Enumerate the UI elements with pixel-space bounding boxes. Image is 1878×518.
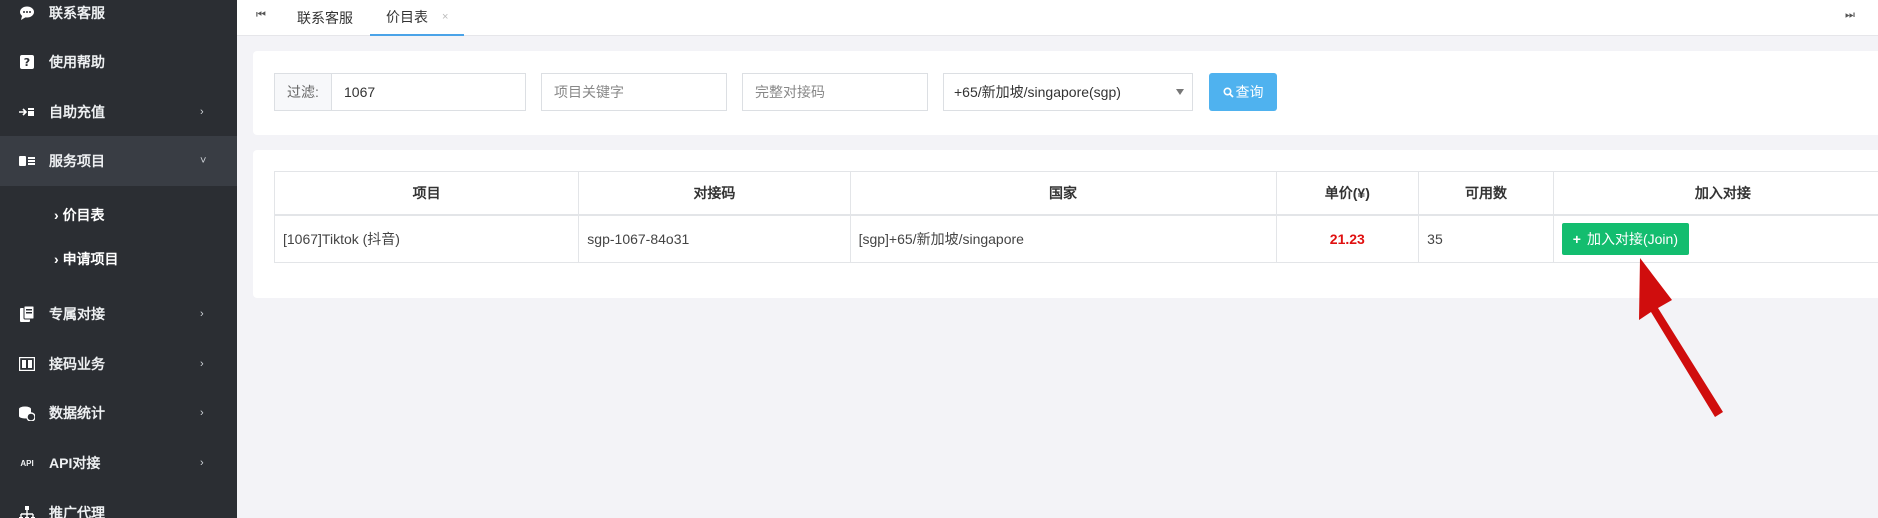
tab-contact[interactable]: 联系客服 xyxy=(281,0,369,36)
sidebar-subitem-label: 申请项目 xyxy=(62,251,119,267)
column-header: 单价(¥) xyxy=(1275,171,1420,216)
chevron-right-icon: › xyxy=(200,358,204,370)
sidebar-item-dedicated[interactable]: 专属对接 › xyxy=(0,289,237,339)
sidebar-item-services[interactable]: 服务项目 ˅ xyxy=(0,136,237,186)
sidebar-item-label: 自助充值 xyxy=(49,104,105,120)
api-icon: API xyxy=(20,458,34,468)
code-input[interactable] xyxy=(742,73,928,111)
cell-project: [1067]Tiktok (抖音) xyxy=(273,214,580,263)
sidebar-subitem-apply[interactable]: › 申请项目 xyxy=(0,237,237,281)
sidebar-item-api[interactable]: API API对接 › xyxy=(0,438,237,488)
search-icon xyxy=(1222,86,1234,98)
sidebar-item-label: 使用帮助 xyxy=(49,54,105,70)
svg-text:?: ? xyxy=(24,56,30,69)
sidebar-item-contact[interactable]: 联系客服 xyxy=(0,0,237,38)
table-header-row: 项目 对接码 国家 单价(¥) 可用数 加入对接 xyxy=(273,171,1878,216)
help-icon: ? xyxy=(17,52,37,72)
tab-next-button[interactable]: ⏭ xyxy=(1835,0,1865,30)
query-button[interactable]: 查询 xyxy=(1209,73,1277,111)
close-icon[interactable]: × xyxy=(442,11,448,23)
plus-icon: + xyxy=(1572,230,1581,247)
column-header: 国家 xyxy=(849,171,1277,216)
filter-input[interactable] xyxy=(332,74,525,110)
promote-icon xyxy=(17,503,37,518)
tab-label: 联系客服 xyxy=(297,10,353,26)
filter-panel: 过滤: +65/新加坡/singapore(sgp) 查询 xyxy=(253,51,1878,135)
cell-country: [sgp]+65/新加坡/singapore xyxy=(849,214,1277,263)
code-icon xyxy=(17,354,37,374)
chevron-right-icon: › xyxy=(200,457,204,469)
keyword-input[interactable] xyxy=(541,73,727,111)
recharge-icon xyxy=(17,102,37,122)
chevron-down-icon: ˅ xyxy=(200,155,207,167)
sidebar-item-label: 专属对接 xyxy=(49,306,105,322)
stats-icon xyxy=(17,403,37,423)
service-icon xyxy=(17,151,37,171)
sidebar-item-label: 联系客服 xyxy=(49,5,105,21)
country-select-value: +65/新加坡/singapore(sgp) xyxy=(954,84,1121,100)
query-button-label: 查询 xyxy=(1235,84,1264,100)
tab-label: 价目表 xyxy=(386,9,428,25)
filter-group: 过滤: xyxy=(274,73,526,111)
sidebar-item-label: API对接 xyxy=(49,455,101,471)
tab-price-list[interactable]: 价目表 × xyxy=(370,0,465,36)
annotation-arrow xyxy=(1639,258,1723,417)
filter-label: 过滤: xyxy=(275,74,332,110)
chevron-right-icon: › xyxy=(54,251,59,267)
sidebar-item-recharge[interactable]: 自助充值 › xyxy=(0,87,237,137)
sidebar-item-promotion[interactable]: 推广代理 xyxy=(0,488,237,518)
column-header: 加入对接 xyxy=(1552,171,1878,216)
tab-bar: ⏮ 联系客服 价目表 × ⏭ xyxy=(237,0,1878,36)
join-button-label: 加入对接(Join) xyxy=(1586,230,1678,247)
sidebar-subitem-label: 价目表 xyxy=(62,207,105,223)
sidebar-item-statistics[interactable]: 数据统计 › xyxy=(0,388,237,438)
column-header: 可用数 xyxy=(1418,171,1554,216)
cell-price: 21.23 xyxy=(1275,214,1420,263)
chevron-right-icon: › xyxy=(200,106,204,118)
chevron-right-icon: › xyxy=(200,407,204,419)
chevron-right-icon: › xyxy=(200,308,204,320)
cell-code: sgp-1067-84o31 xyxy=(578,214,851,263)
sidebar-item-help[interactable]: ? 使用帮助 xyxy=(0,37,237,87)
chat-icon xyxy=(17,3,37,23)
sidebar-item-label: 推广代理 xyxy=(49,505,105,518)
column-header: 对接码 xyxy=(578,171,851,216)
caret-down-icon xyxy=(1176,89,1184,95)
cell-available: 35 xyxy=(1418,214,1554,263)
sidebar-item-code-business[interactable]: 接码业务 › xyxy=(0,339,237,389)
sidebar: 联系客服 ? 使用帮助 自助充值 › 服务项目 ˅ › 价目表 › 申请项目 专… xyxy=(0,0,237,518)
country-select[interactable]: +65/新加坡/singapore(sgp) xyxy=(943,73,1193,111)
sidebar-item-label: 数据统计 xyxy=(49,405,105,421)
chevron-right-icon: › xyxy=(54,207,59,223)
sidebar-item-label: 接码业务 xyxy=(49,356,105,372)
dedicated-icon xyxy=(17,304,37,324)
column-header: 项目 xyxy=(273,171,580,216)
tab-prev-button[interactable]: ⏮ xyxy=(246,0,276,30)
sidebar-item-label: 服务项目 xyxy=(49,153,105,169)
sidebar-subitem-price-list[interactable]: › 价目表 xyxy=(0,193,237,237)
